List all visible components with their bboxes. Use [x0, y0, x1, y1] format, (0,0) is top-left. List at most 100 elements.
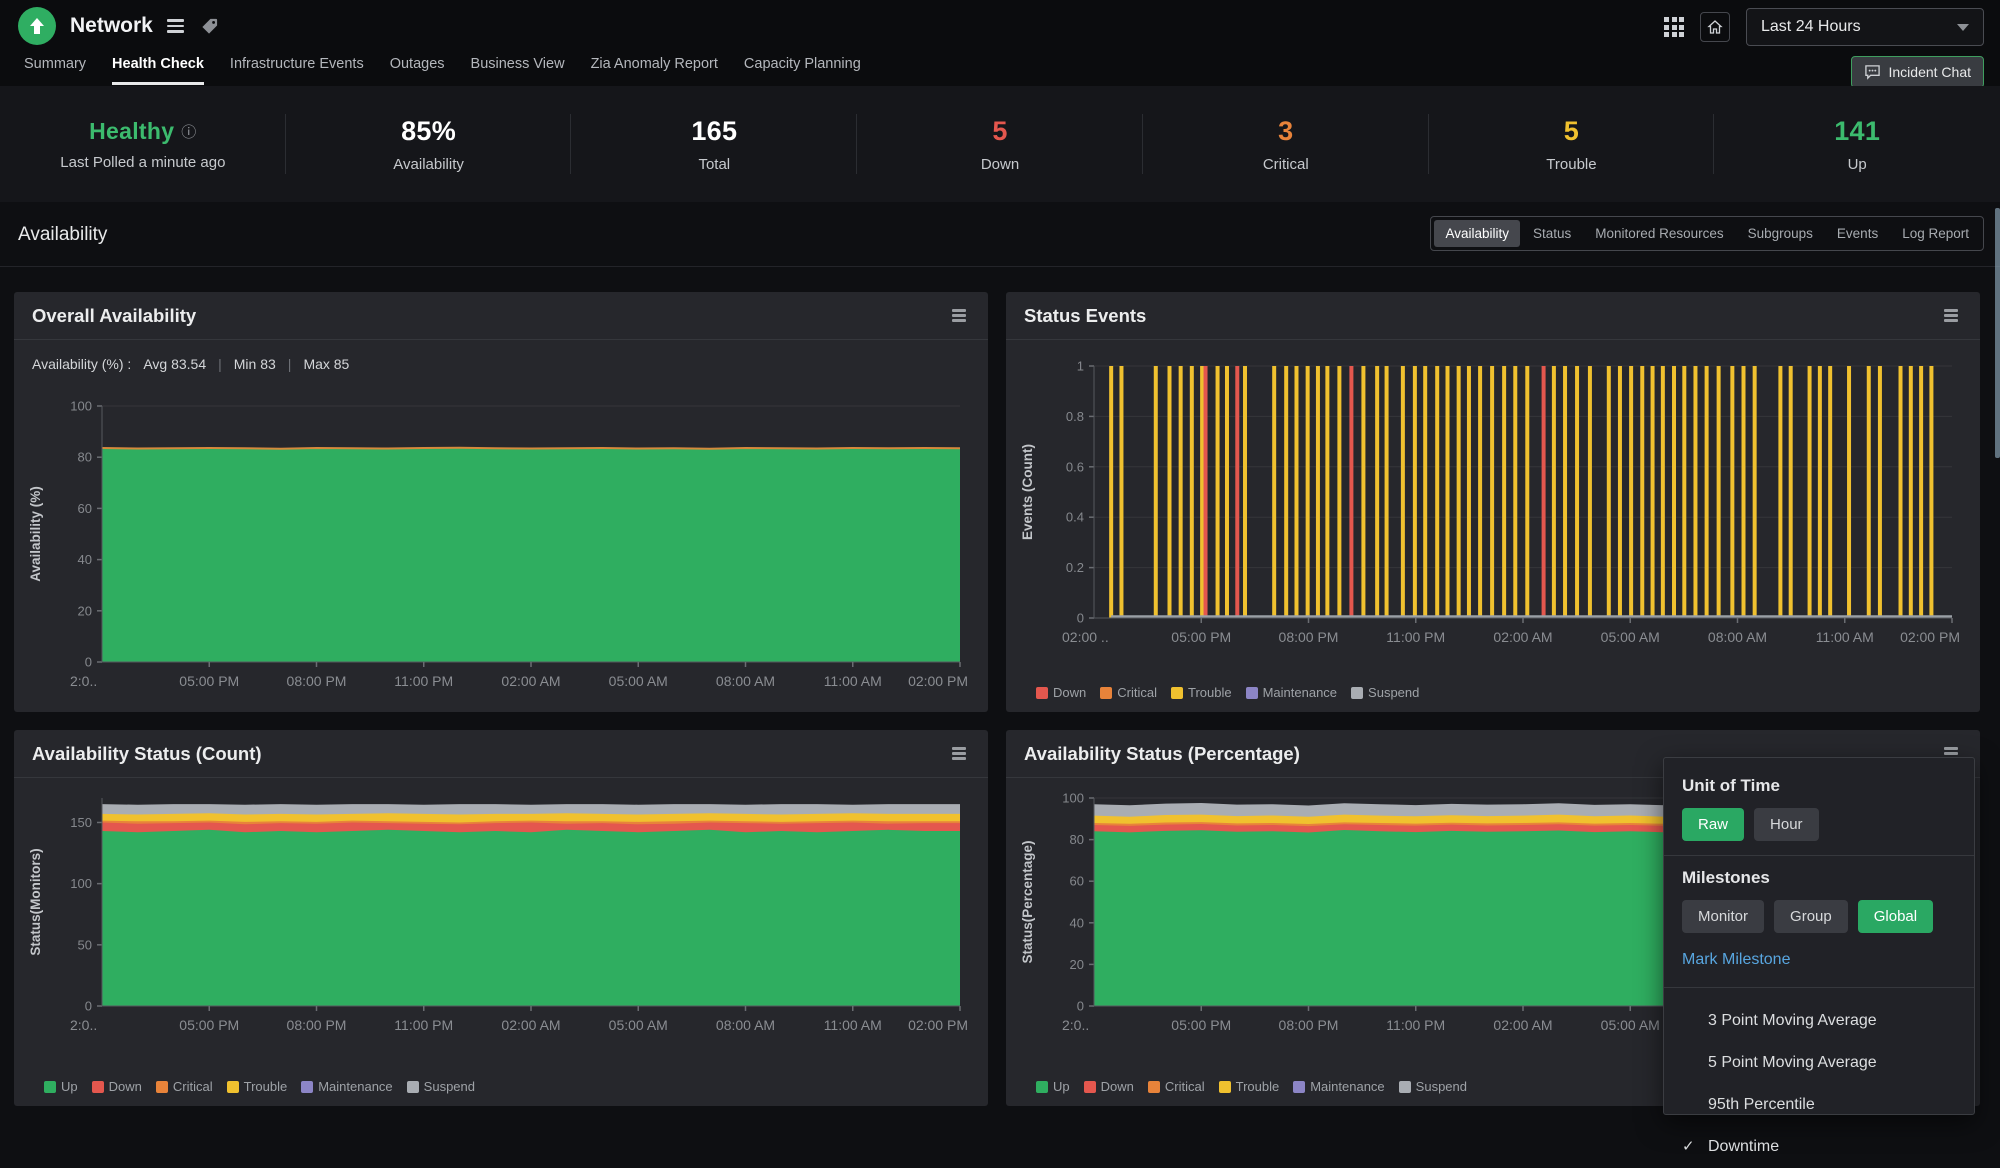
svg-text:100: 100 [70, 399, 92, 414]
info-icon[interactable]: ⓘ [181, 121, 196, 142]
unit-hour-button[interactable]: Hour [1754, 808, 1819, 841]
legend-item-maintenance[interactable]: Maintenance [301, 1079, 392, 1094]
view-availability[interactable]: Availability [1434, 220, 1520, 247]
incident-chat-button[interactable]: Incident Chat [1851, 56, 1985, 88]
legend-item-suspend[interactable]: Suspend [407, 1079, 475, 1094]
svg-text:60: 60 [1070, 874, 1084, 889]
stat-value: 85% [401, 116, 456, 147]
stat-trouble[interactable]: 5Trouble [1429, 86, 1715, 202]
legend-label: Critical [1165, 1079, 1205, 1094]
tag-icon[interactable] [200, 17, 219, 36]
svg-text:100: 100 [1062, 791, 1084, 806]
panel-menu-icon[interactable] [1940, 305, 1962, 326]
panel-title: Overall Availability [32, 305, 196, 327]
stat-label: Trouble [1546, 156, 1596, 173]
svg-text:02:00 PM: 02:00 PM [908, 1017, 968, 1033]
milestone-global-button[interactable]: Global [1858, 900, 1933, 933]
page-scrollbar[interactable] [1995, 208, 2000, 458]
stat-down[interactable]: 5Down [857, 86, 1143, 202]
svg-text:02:00 AM: 02:00 AM [501, 1017, 560, 1033]
menu-item-95th-percentile[interactable]: 95th Percentile [1682, 1084, 1956, 1126]
stat-label: Total [698, 156, 730, 173]
tab-business-view[interactable]: Business View [471, 56, 565, 85]
availability-status-count-panel: Availability Status (Count) 0501001502:0… [14, 730, 988, 1106]
legend-label: Suspend [1368, 685, 1419, 700]
legend-item-suspend[interactable]: Suspend [1399, 1079, 1467, 1094]
view-monitored-resources[interactable]: Monitored Resources [1584, 220, 1734, 247]
view-switcher: AvailabilityStatusMonitored ResourcesSub… [1430, 216, 1984, 251]
tab-outages[interactable]: Outages [390, 56, 445, 85]
status-events-canvas: 00.20.40.60.8102:00 ..05:00 PM08:00 PM11… [1014, 354, 1970, 662]
critical-swatch [1148, 1081, 1160, 1093]
tab-summary[interactable]: Summary [24, 56, 86, 85]
overall-availability-chart[interactable]: 0204060801002:0..05:00 PM08:00 PM11:00 P… [22, 394, 978, 706]
chart-legend: Up Down Critical Trouble Maintenance Suspend [1036, 1079, 1467, 1094]
legend-item-trouble[interactable]: Trouble [1171, 685, 1232, 700]
apps-grid-icon[interactable] [1664, 17, 1684, 37]
milestone-monitor-button[interactable]: Monitor [1682, 900, 1764, 933]
svg-text:2:0..: 2:0.. [70, 673, 97, 689]
svg-text:80: 80 [78, 450, 92, 465]
view-subgroups[interactable]: Subgroups [1737, 220, 1824, 247]
menu-item-label: 3 Point Moving Average [1708, 1012, 1877, 1029]
unit-raw-button[interactable]: Raw [1682, 808, 1744, 841]
availability-status-count-chart[interactable]: 0501001502:0..05:00 PM08:00 PM11:00 PM02… [22, 786, 978, 1050]
stat-label: Availability [393, 156, 464, 173]
tab-health-check[interactable]: Health Check [112, 56, 204, 85]
legend-item-down[interactable]: Down [1084, 1079, 1134, 1094]
legend-item-critical[interactable]: Critical [156, 1079, 213, 1094]
menu-item-5-point-moving-average[interactable]: 5 Point Moving Average [1682, 1042, 1956, 1084]
stat-label: Down [981, 156, 1019, 173]
stat-availability[interactable]: 85% Availability [286, 86, 572, 202]
tab-bar: Summary Health Check Infrastructure Events… [24, 56, 861, 85]
legend-label: Maintenance [318, 1079, 392, 1094]
tab-zia-anomaly-report[interactable]: Zia Anomaly Report [591, 56, 718, 85]
menu-item-downtime[interactable]: ✓Downtime [1682, 1126, 1956, 1168]
legend-item-critical[interactable]: Critical [1148, 1079, 1205, 1094]
view-events[interactable]: Events [1826, 220, 1889, 247]
legend-item-maintenance[interactable]: Maintenance [1293, 1079, 1384, 1094]
svg-text:40: 40 [1070, 915, 1084, 930]
tab-capacity-planning[interactable]: Capacity Planning [744, 56, 861, 85]
network-status-icon[interactable] [18, 7, 56, 45]
legend-item-down[interactable]: Down [92, 1079, 142, 1094]
availability-section-header: Availability AvailabilityStatusMonitored… [0, 202, 2000, 268]
menu-icon[interactable] [167, 19, 184, 33]
view-status[interactable]: Status [1522, 220, 1582, 247]
legend-item-critical[interactable]: Critical [1100, 685, 1157, 700]
svg-text:05:00 PM: 05:00 PM [179, 1017, 239, 1033]
svg-text:0.2: 0.2 [1066, 560, 1084, 575]
home-icon[interactable] [1700, 12, 1730, 42]
milestone-group-button[interactable]: Group [1774, 900, 1848, 933]
critical-swatch [1100, 687, 1112, 699]
time-range-dropdown[interactable]: Last 24 Hours [1746, 8, 1984, 46]
panel-menu-icon[interactable] [948, 743, 970, 764]
mark-milestone-link[interactable]: Mark Milestone [1682, 951, 1790, 969]
legend-item-suspend[interactable]: Suspend [1351, 685, 1419, 700]
tab-infrastructure-events[interactable]: Infrastructure Events [230, 56, 364, 85]
svg-text:11:00 PM: 11:00 PM [394, 1017, 453, 1033]
legend-label: Suspend [424, 1079, 475, 1094]
stat-critical[interactable]: 3Critical [1143, 86, 1429, 202]
legend-item-trouble[interactable]: Trouble [227, 1079, 288, 1094]
legend-item-down[interactable]: Down [1036, 685, 1086, 700]
legend-item-trouble[interactable]: Trouble [1219, 1079, 1280, 1094]
svg-text:08:00 AM: 08:00 AM [1708, 629, 1767, 645]
arrow-up-icon [28, 17, 46, 35]
menu-item-3-point-moving-average[interactable]: 3 Point Moving Average [1682, 1000, 1956, 1042]
stat-total[interactable]: 165Total [571, 86, 857, 202]
trouble-swatch [227, 1081, 239, 1093]
legend-item-up[interactable]: Up [44, 1079, 78, 1094]
view-log-report[interactable]: Log Report [1891, 220, 1980, 247]
chat-icon [1864, 64, 1881, 80]
legend-item-maintenance[interactable]: Maintenance [1246, 685, 1337, 700]
panel-menu-icon[interactable] [948, 305, 970, 326]
stat-last-polled-a-minute-ago[interactable]: HealthyⓘLast Polled a minute ago [0, 86, 286, 202]
legend-item-up[interactable]: Up [1036, 1079, 1070, 1094]
stat-value: Healthy [89, 118, 174, 145]
stat-up[interactable]: 141Up [1714, 86, 2000, 202]
svg-text:02:00 ..: 02:00 .. [1062, 629, 1109, 645]
status-events-chart[interactable]: 00.20.40.60.8102:00 ..05:00 PM08:00 PM11… [1014, 354, 1970, 662]
svg-text:150: 150 [70, 815, 92, 830]
svg-text:0.6: 0.6 [1066, 459, 1084, 474]
